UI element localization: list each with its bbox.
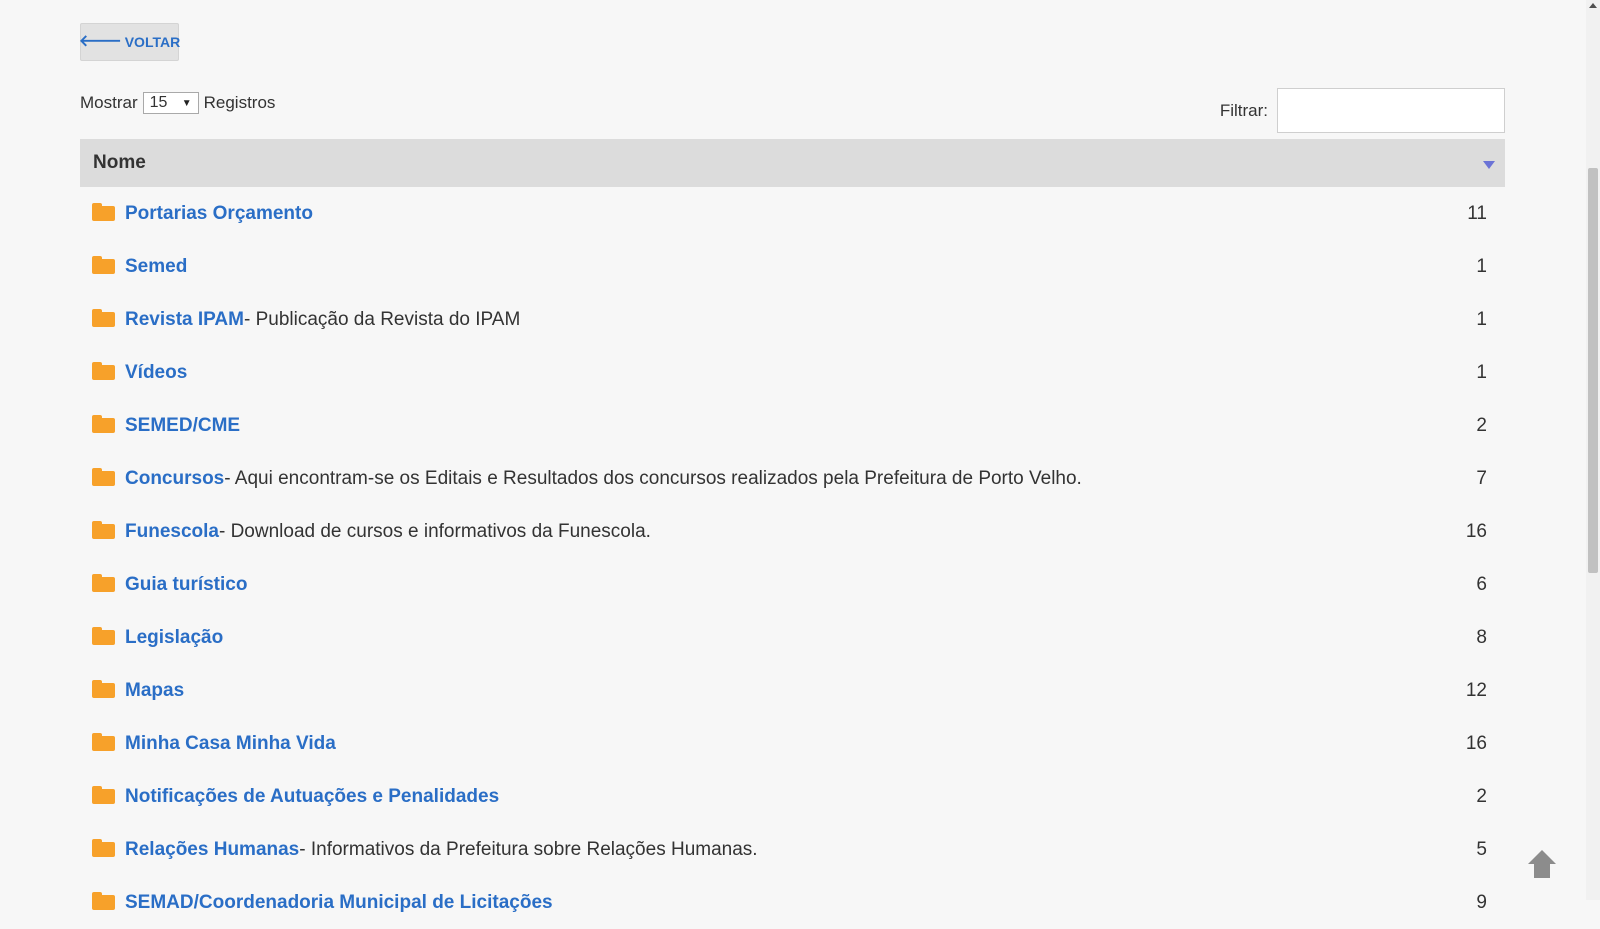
column-header-label: Nome — [93, 152, 146, 173]
folder-icon — [92, 679, 115, 698]
folder-icon — [92, 626, 115, 645]
filter-label: Filtrar: — [1219, 100, 1268, 120]
item-count: 16 — [1465, 520, 1487, 542]
records-length-control: Mostrar 15 ▼ Registros — [80, 90, 275, 116]
item-count: 1 — [1476, 361, 1487, 383]
item-count: 2 — [1476, 785, 1487, 807]
table-row: Semed 1 — [80, 240, 1505, 293]
folder-icon — [92, 732, 115, 751]
table-row: Notificações de Autuações e Penalidades 2 — [80, 770, 1505, 823]
table-row: Revista IPAM - Publicação da Revista do … — [80, 293, 1505, 346]
item-count: 7 — [1476, 467, 1487, 489]
folder-icon — [92, 202, 115, 221]
folder-icon — [92, 785, 115, 804]
item-count: 5 — [1476, 838, 1487, 860]
table-row: Legislação 8 — [80, 611, 1505, 664]
item-count: 1 — [1476, 308, 1487, 330]
folder-link[interactable]: Mapas — [125, 680, 184, 702]
folder-link[interactable]: Notificações de Autuações e Penalidades — [125, 786, 499, 808]
folder-link[interactable]: Legislação — [125, 627, 223, 649]
table-row: Guia turístico 6 — [80, 558, 1505, 611]
folder-link[interactable]: Guia turístico — [125, 574, 247, 596]
folder-link[interactable]: Relações Humanas — [125, 839, 299, 861]
arrow-left-icon: 🡐 — [78, 33, 122, 50]
filter-input[interactable] — [1277, 88, 1505, 133]
chevron-down-icon: ▼ — [181, 97, 192, 109]
folder-icon — [92, 520, 115, 539]
table-row: Vídeos 1 — [80, 346, 1505, 399]
folder-icon — [92, 467, 115, 486]
item-count: 11 — [1467, 202, 1487, 224]
item-count: 9 — [1476, 891, 1487, 913]
back-button-label: VOLTAR — [124, 34, 181, 50]
records-per-page-value: 15 — [149, 94, 168, 111]
folder-icon — [92, 361, 115, 380]
item-count: 1 — [1476, 255, 1487, 277]
folder-list: Portarias Orçamento 11 Semed 1 Revista IPAM … — [80, 187, 1505, 929]
folder-link[interactable]: SEMAD/Coordenadoria Municipal de Licitaç… — [125, 892, 553, 914]
folder-link[interactable]: Concursos — [125, 468, 224, 490]
records-per-page-select[interactable]: 15 ▼ — [142, 92, 199, 114]
table-row: Minha Casa Minha Vida 16 — [80, 717, 1505, 770]
table-row: Funescola - Download de cursos e informa… — [80, 505, 1505, 558]
folder-link[interactable]: SEMED/CME — [125, 415, 240, 437]
table-row: Concursos - Aqui encontram-se os Editais… — [80, 452, 1505, 505]
item-count: 8 — [1476, 626, 1487, 648]
folder-link[interactable]: Portarias Orçamento — [125, 203, 313, 225]
column-header-nome[interactable]: Nome — [80, 139, 1505, 187]
item-count: 6 — [1476, 573, 1487, 595]
folder-link[interactable]: Minha Casa Minha Vida — [125, 733, 336, 755]
table-row: SEMAD/Coordenadoria Municipal de Licitaç… — [80, 876, 1505, 929]
folder-icon — [92, 414, 115, 433]
item-count: 12 — [1465, 679, 1487, 701]
length-prefix: Mostrar — [80, 93, 138, 112]
table-row: SEMED/CME 2 — [80, 399, 1505, 452]
filter-control: Filtrar: — [1220, 88, 1505, 133]
folder-description: - Download de cursos e informativos da F… — [218, 520, 651, 542]
folder-link[interactable]: Revista IPAM — [125, 309, 244, 331]
folder-description: - Aqui encontram-se os Editais e Resulta… — [224, 467, 1082, 489]
scroll-up-arrow-icon[interactable] — [1589, 3, 1597, 8]
folder-link[interactable]: Semed — [125, 256, 187, 278]
scrollbar-thumb[interactable] — [1588, 168, 1598, 573]
folder-icon — [92, 573, 115, 592]
table-row: Mapas 12 — [80, 664, 1505, 717]
folder-icon — [92, 308, 115, 327]
item-count: 16 — [1465, 732, 1487, 754]
table-row: Relações Humanas - Informativos da Prefe… — [80, 823, 1505, 876]
folder-description: - Publicação da Revista do IPAM — [243, 308, 521, 330]
back-button[interactable]: 🡐 VOLTAR — [78, 23, 181, 61]
folder-link[interactable]: Vídeos — [125, 362, 187, 384]
folder-icon — [92, 838, 115, 857]
item-count: 2 — [1476, 414, 1487, 436]
folder-icon — [92, 891, 115, 910]
folder-description: - Informativos da Prefeitura sobre Relaç… — [299, 838, 758, 860]
vertical-scrollbar[interactable] — [1586, 0, 1600, 900]
folder-icon — [92, 255, 115, 274]
back-to-top-icon[interactable] — [1526, 848, 1558, 880]
table-row: Portarias Orçamento 11 — [80, 187, 1505, 240]
length-suffix: Registros — [203, 93, 276, 112]
sort-descending-icon[interactable] — [1483, 161, 1495, 169]
folder-link[interactable]: Funescola — [125, 521, 219, 543]
